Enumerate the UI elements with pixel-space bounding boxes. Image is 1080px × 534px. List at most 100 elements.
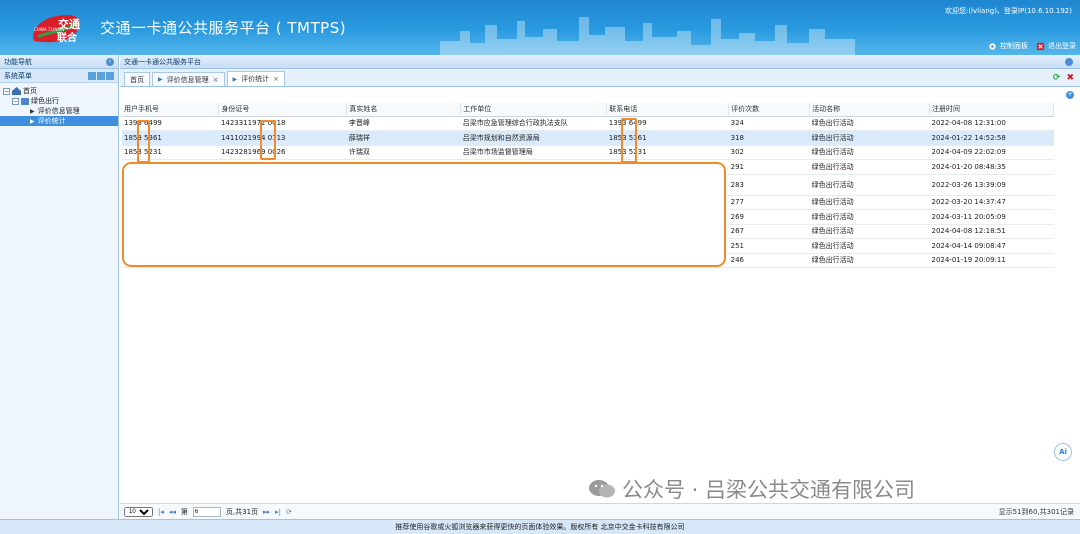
first-page-icon[interactable]: |◂ bbox=[158, 508, 164, 516]
expand-all-icon[interactable] bbox=[88, 72, 96, 80]
sidebar-item-label: 绿色出行 bbox=[31, 97, 59, 105]
cell-count: 269 bbox=[728, 209, 810, 225]
sidebar-item-evaluation-management[interactable]: ▶ 评价信息管理 bbox=[0, 106, 118, 116]
sidebar-item-label: 首页 bbox=[23, 87, 37, 95]
ai-assistant-button[interactable]: Ai bbox=[1054, 443, 1072, 461]
last-page-icon[interactable]: ▸| bbox=[275, 508, 281, 516]
cell-name: 李晋峰 bbox=[346, 116, 461, 131]
refresh-icon[interactable]: ⟳ bbox=[286, 508, 292, 516]
prev-page-icon[interactable]: ◂◂ bbox=[169, 508, 176, 516]
cell-name: 许瑞双 bbox=[346, 145, 461, 160]
tab-evaluation-statistics[interactable]: ▶ 评价统计 × bbox=[226, 71, 285, 86]
arrow-right-icon: ▶ bbox=[232, 75, 238, 83]
cell-id-number: 1423311972 0018 bbox=[218, 116, 347, 131]
cell-register-time: 2024-04-14 09:08:47 bbox=[929, 238, 1054, 254]
close-tab-icon[interactable]: × bbox=[213, 76, 219, 84]
welcome-text: 欢迎您:(lvliang)、登录IP(10.6.10.192) bbox=[944, 7, 1072, 15]
collapse-content-icon[interactable]: + bbox=[1066, 91, 1074, 99]
cell-register-time: 2022-04-08 12:31:00 bbox=[929, 116, 1054, 131]
cell-work-unit: 吕梁市市场监督管理局 bbox=[460, 145, 607, 160]
page-number-input[interactable] bbox=[192, 506, 221, 517]
record-info: 显示51到60,共301记录 bbox=[998, 508, 1074, 516]
tab-home[interactable]: 首页 bbox=[124, 72, 150, 86]
sidebar-item-home[interactable]: − 首页 bbox=[0, 86, 118, 96]
column-header[interactable]: 评价次数 bbox=[728, 103, 811, 117]
close-tab-icon[interactable]: × bbox=[273, 75, 279, 83]
sidebar-item-evaluation-statistics[interactable]: ▶ 评价统计 bbox=[0, 116, 118, 126]
close-all-icon[interactable]: ✖ bbox=[1066, 73, 1074, 83]
logout-button[interactable]: 退出登录 bbox=[1036, 41, 1076, 51]
cell-activity: 绿色出行活动 bbox=[809, 174, 930, 196]
cell-count: 291 bbox=[728, 159, 810, 175]
column-header[interactable]: 真实姓名 bbox=[346, 103, 462, 117]
tab-label: 评价统计 bbox=[241, 75, 270, 83]
cell-activity: 绿色出行活动 bbox=[809, 159, 930, 175]
column-header[interactable]: 活动名称 bbox=[809, 103, 930, 117]
cell-activity: 绿色出行活动 bbox=[809, 116, 930, 131]
column-header[interactable]: 用户手机号 bbox=[122, 103, 220, 117]
cell-count: 302 bbox=[728, 145, 810, 160]
tab-evaluation-management[interactable]: ▶ 评价信息管理 × bbox=[152, 72, 225, 86]
cell-count: 246 bbox=[728, 253, 810, 268]
sidebar: 功能导航 ‹ 系统菜单 − 首页 − 绿色出行 ▶ 评价信息管理 ▶ 评价统计 bbox=[0, 55, 119, 519]
cell-count: 251 bbox=[728, 238, 810, 254]
next-page-icon[interactable]: ▸▸ bbox=[263, 508, 270, 516]
cell-activity: 绿色出行活动 bbox=[809, 238, 930, 254]
cell-id-number: 1423281969 0026 bbox=[218, 145, 347, 160]
cell-register-time: 2024-01-19 20:09:11 bbox=[929, 253, 1054, 268]
cell-register-time: 2024-04-09 22:02:09 bbox=[929, 145, 1054, 160]
control-panel-label: 控制面板 bbox=[1000, 42, 1028, 50]
cell-register-time: 2024-01-22 14:52:58 bbox=[929, 130, 1054, 146]
arrow-right-icon: ▶ bbox=[158, 76, 163, 83]
column-header[interactable]: 联系电话 bbox=[606, 103, 730, 117]
cell-activity: 绿色出行活动 bbox=[809, 195, 930, 210]
arrow-right-icon: ▶ bbox=[30, 107, 35, 115]
cell-register-time: 2024-04-08 12:18:51 bbox=[929, 224, 1054, 239]
cell-work-unit: 吕梁市规划和自然资源局 bbox=[460, 130, 607, 146]
logout-icon bbox=[1036, 42, 1045, 51]
cell-register-time: 2024-03-11 20:05:09 bbox=[929, 209, 1054, 225]
cell-register-time: 2024-01-20 08:48:35 bbox=[929, 159, 1054, 175]
column-header[interactable]: 身份证号 bbox=[218, 103, 348, 117]
refresh-icon[interactable]: ⟳ bbox=[1053, 73, 1061, 83]
sidebar-item-label: 评价统计 bbox=[37, 117, 66, 125]
cell-count: 324 bbox=[728, 116, 810, 131]
folder-icon bbox=[21, 97, 29, 105]
refresh-menu-icon[interactable] bbox=[106, 72, 114, 80]
sidebar-item-green-travel[interactable]: − 绿色出行 bbox=[0, 96, 118, 106]
sidebar-header: 功能导航 ‹ bbox=[0, 55, 118, 69]
main-panel-title: 交通一卡通公共服务平台 bbox=[124, 57, 201, 66]
menu-header: 系统菜单 bbox=[0, 69, 118, 83]
app-title: 交通一卡通公共服务平台 ( TMTPS) bbox=[100, 19, 347, 37]
column-header[interactable]: 工作单位 bbox=[460, 103, 608, 117]
cell-count: 283 bbox=[728, 174, 810, 196]
arrow-right-icon: ▶ bbox=[30, 117, 35, 125]
column-header[interactable]: 注册时间 bbox=[929, 103, 1054, 117]
cell-activity: 绿色出行活动 bbox=[809, 130, 930, 146]
control-panel-button[interactable]: 控制面板 bbox=[988, 41, 1028, 51]
logo-text-small: CHINA T-UNION bbox=[34, 27, 65, 32]
logout-label: 退出登录 bbox=[1048, 42, 1076, 50]
collapse-sidebar-icon[interactable]: ‹ bbox=[106, 58, 114, 66]
redaction-box-large bbox=[122, 162, 726, 267]
cell-register-time: 2022-03-26 13:39:09 bbox=[929, 174, 1054, 196]
cell-activity: 绿色出行活动 bbox=[809, 209, 930, 225]
cell-count: 318 bbox=[728, 130, 810, 146]
tree-toggle-icon[interactable]: − bbox=[12, 97, 19, 105]
content-toolbar: + bbox=[120, 87, 1080, 101]
collapse-all-icon[interactable] bbox=[97, 72, 105, 80]
sidebar-item-label: 评价信息管理 bbox=[37, 107, 80, 115]
city-skyline-decoration bbox=[440, 17, 855, 55]
tab-toolbar: ⟳ ✖ bbox=[1053, 73, 1074, 83]
page-size-select[interactable]: 10 bbox=[124, 506, 153, 517]
cell-count: 277 bbox=[728, 195, 810, 210]
tab-label: 评价信息管理 bbox=[166, 75, 209, 84]
tree-toggle-icon[interactable]: − bbox=[3, 87, 10, 95]
menu-title: 系统菜单 bbox=[4, 71, 32, 80]
cell-id-number: 1411021994 0113 bbox=[218, 130, 347, 146]
home-icon bbox=[12, 87, 21, 95]
table-header-row: 用户手机号 身份证号 真实姓名 工作单位 联系电话 评价次数 活动名称 注册时间 bbox=[122, 103, 1054, 117]
collapse-panel-icon[interactable] bbox=[1065, 58, 1073, 66]
main-header: 交通一卡通公共服务平台 bbox=[120, 55, 1080, 69]
tab-bar: 首页 ▶ 评价信息管理 × ▶ 评价统计 × ⟳ ✖ bbox=[120, 69, 1080, 87]
